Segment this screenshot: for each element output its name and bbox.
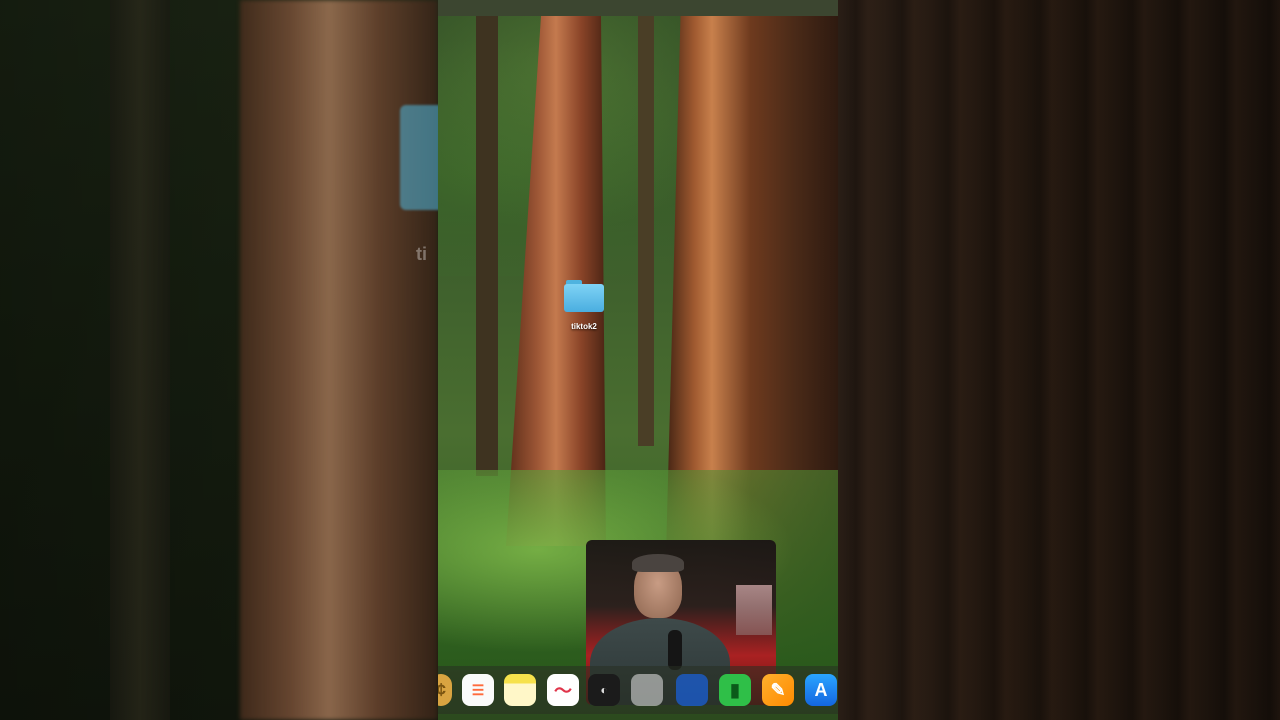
presenter-hair xyxy=(632,554,684,572)
left-blurred-backdrop: ti xyxy=(0,0,438,720)
wallpaper-tree xyxy=(638,16,654,446)
backdrop-folder-ghost xyxy=(400,105,438,210)
webcam-shelf xyxy=(736,585,772,635)
notes-icon[interactable] xyxy=(504,674,536,706)
right-blurred-backdrop xyxy=(838,0,1280,720)
pages-icon[interactable]: ✎ xyxy=(762,674,794,706)
microphone xyxy=(668,630,682,670)
folder-label: tiktok2 xyxy=(571,322,597,331)
freeform-icon[interactable]: 〜 xyxy=(547,674,579,706)
unknown-app-icon-2[interactable] xyxy=(631,674,663,706)
backdrop-bark xyxy=(838,0,1280,720)
reminders-icon[interactable]: ☰ xyxy=(462,674,494,706)
backdrop-label-ghost: ti xyxy=(416,244,427,264)
wallpaper-tree xyxy=(476,16,498,476)
app-store-icon[interactable]: A xyxy=(805,674,837,706)
menu-bar xyxy=(438,0,838,16)
desktop-screen: tiktok2 ¢ ☰ 〜 ◐ ▮ ✎ A xyxy=(438,0,838,720)
dock: ¢ ☰ 〜 ◐ ▮ ✎ A xyxy=(438,666,838,714)
desktop-folder-tiktok2[interactable]: tiktok2 xyxy=(560,280,608,331)
unknown-app-icon-3[interactable] xyxy=(676,674,708,706)
unknown-app-icon[interactable]: ◐ xyxy=(588,674,620,706)
numbers-icon[interactable]: ▮ xyxy=(719,674,751,706)
folder-icon[interactable] xyxy=(564,280,604,312)
backdrop-tree xyxy=(110,0,170,720)
coin-app-icon[interactable]: ¢ xyxy=(438,674,452,706)
